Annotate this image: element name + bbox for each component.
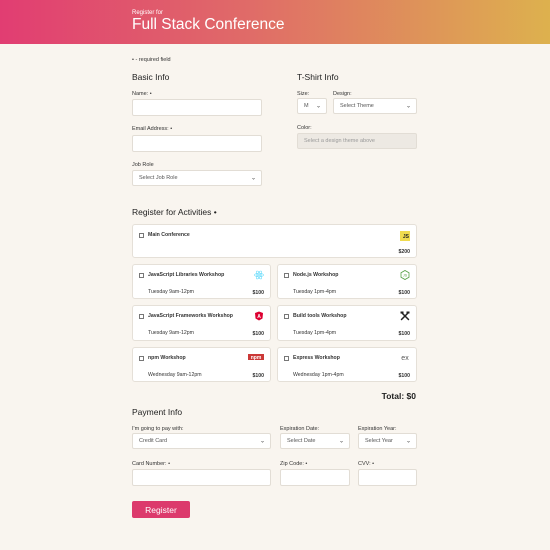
activity-price: $100 — [398, 373, 410, 379]
chevron-down-icon: ⌄ — [405, 103, 411, 110]
chevron-down-icon: ⌄ — [250, 175, 256, 182]
svg-text:npm: npm — [251, 355, 262, 360]
js-icon: JS — [400, 231, 410, 241]
page-title: Full Stack Conference — [132, 16, 285, 33]
activity-express[interactable]: Express Workshop ex Wednesday 1pm-4pm $1… — [277, 347, 417, 382]
register-button[interactable]: Register — [132, 501, 190, 518]
payment-method-select[interactable]: Credit Card ⌄ — [132, 433, 271, 449]
nodejs-icon: JS — [400, 270, 410, 280]
size-select[interactable]: M ⌄ — [297, 98, 327, 114]
design-label: Design: — [333, 91, 352, 97]
design-value: Select Theme — [340, 103, 374, 109]
basic-info-heading: Basic Info — [132, 72, 170, 82]
activity-price: $100 — [252, 331, 264, 337]
job-role-label: Job Role — [132, 162, 154, 168]
npm-icon: npm — [248, 354, 264, 360]
express-icon: ex — [401, 354, 409, 362]
tshirt-info-heading: T-Shirt Info — [297, 72, 339, 82]
activity-js-libraries[interactable]: JavaScript Libraries Workshop Tuesday 9a… — [132, 264, 271, 299]
svg-text:JS: JS — [403, 274, 408, 278]
activity-main-conference[interactable]: Main Conference JS $200 — [132, 224, 417, 258]
color-label: Color: — [297, 125, 312, 131]
email-field[interactable] — [132, 135, 262, 152]
chevron-down-icon: ⌄ — [315, 103, 321, 110]
activity-checkbox[interactable] — [284, 273, 289, 278]
exp-year-select[interactable]: Select Year ⌄ — [358, 433, 417, 449]
color-value: Select a design theme above — [304, 138, 375, 144]
job-role-value: Select Job Role — [139, 175, 178, 181]
color-select[interactable]: Select a design theme above — [297, 133, 417, 149]
activity-checkbox[interactable] — [284, 356, 289, 361]
activity-name: Express Workshop — [293, 355, 340, 361]
exp-date-label: Expiration Date: — [280, 426, 320, 432]
activity-checkbox[interactable] — [139, 273, 144, 278]
activity-price: $200 — [398, 249, 410, 255]
cvv-field[interactable] — [358, 469, 417, 486]
size-label: Size: — [297, 91, 310, 97]
activity-time: Tuesday 9am-12pm — [148, 330, 194, 336]
exp-year-label: Expiration Year: — [358, 426, 397, 432]
activity-name: Main Conference — [148, 232, 190, 238]
activities-heading: Register for Activities • — [132, 207, 217, 217]
activity-name: JavaScript Frameworks Workshop — [148, 313, 233, 319]
activity-js-frameworks[interactable]: JavaScript Frameworks Workshop A Tuesday… — [132, 305, 271, 341]
job-role-select[interactable]: Select Job Role ⌄ — [132, 170, 262, 186]
chevron-down-icon: ⌄ — [405, 438, 411, 445]
exp-date-select[interactable]: Select Date ⌄ — [280, 433, 350, 449]
card-number-field[interactable] — [132, 469, 271, 486]
cvv-label: CVV: • — [358, 461, 375, 467]
card-number-label: Card Number: • — [132, 461, 170, 467]
exp-year-value: Select Year — [365, 438, 393, 444]
svg-text:A: A — [257, 314, 261, 320]
activity-checkbox[interactable] — [139, 233, 144, 238]
activity-build-tools[interactable]: Build tools Workshop Tuesday 1pm-4pm $10… — [277, 305, 417, 341]
name-label: Name: • — [132, 91, 152, 97]
activity-time: Tuesday 9am-12pm — [148, 289, 194, 295]
activity-time: Wednesday 1pm-4pm — [293, 372, 344, 378]
activity-nodejs[interactable]: Node.js Workshop JS Tuesday 1pm-4pm $100 — [277, 264, 417, 299]
chevron-down-icon: ⌄ — [338, 438, 344, 445]
react-icon — [254, 270, 264, 280]
activity-price: $100 — [398, 290, 410, 296]
name-field[interactable] — [132, 99, 262, 116]
payment-method-value: Credit Card — [139, 438, 168, 444]
design-select[interactable]: Select Theme ⌄ — [333, 98, 417, 114]
activity-time: Tuesday 1pm-4pm — [293, 330, 337, 336]
activity-time: Wednesday 9am-12pm — [148, 372, 202, 378]
activity-price: $100 — [252, 290, 264, 296]
activity-checkbox[interactable] — [284, 314, 289, 319]
payment-info-heading: Payment Info — [132, 407, 183, 417]
size-value: M — [304, 103, 309, 109]
page-header: Register for Full Stack Conference — [0, 0, 550, 44]
zip-field[interactable] — [280, 469, 350, 486]
required-note: • - required field — [132, 57, 171, 63]
activity-name: npm Workshop — [148, 355, 186, 361]
zip-label: Zip Code: • — [280, 461, 308, 467]
activity-name: Build tools Workshop — [293, 313, 347, 319]
activity-npm[interactable]: npm Workshop npm Wednesday 9am-12pm $100 — [132, 347, 271, 382]
chevron-down-icon: ⌄ — [259, 438, 265, 445]
activity-name: Node.js Workshop — [293, 272, 339, 278]
exp-date-value: Select Date — [287, 438, 316, 444]
total-amount: Total: $0 — [381, 391, 416, 401]
activity-time: Tuesday 1pm-4pm — [293, 289, 337, 295]
angular-icon: A — [254, 311, 264, 321]
tools-icon — [400, 311, 410, 321]
activity-price: $100 — [398, 331, 410, 337]
activity-name: JavaScript Libraries Workshop — [148, 272, 225, 278]
activity-price: $100 — [252, 373, 264, 379]
pay-with-label: I'm going to pay with: — [132, 426, 184, 432]
activity-checkbox[interactable] — [139, 314, 144, 319]
activity-checkbox[interactable] — [139, 356, 144, 361]
email-label: Email Address: • — [132, 126, 173, 132]
